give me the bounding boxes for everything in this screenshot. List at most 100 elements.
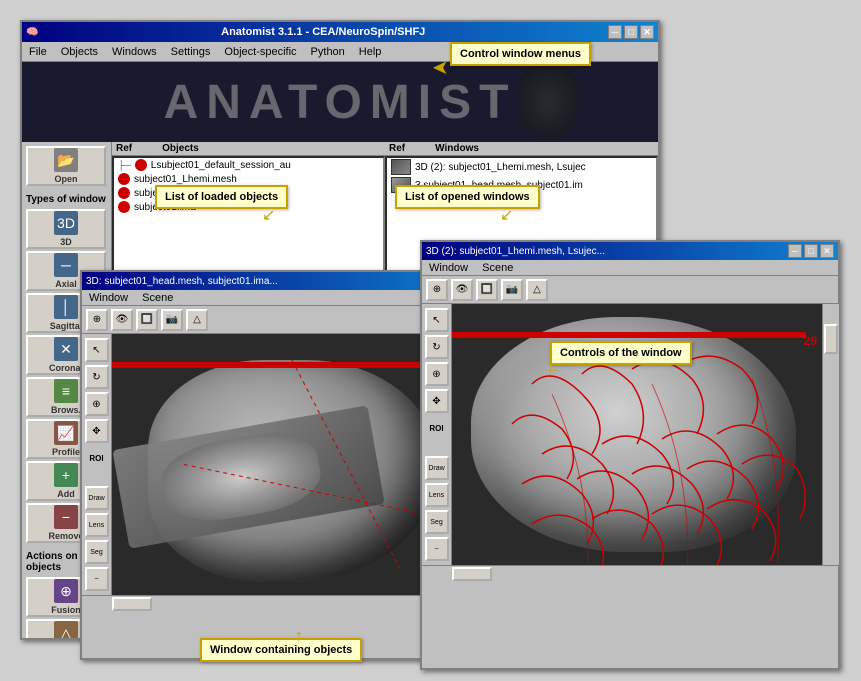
sub-toolbar-2: ⊕ 👁 🔲 📷 △	[422, 276, 838, 304]
3d-label: 3D	[60, 237, 72, 247]
red-bar-1	[112, 362, 456, 368]
sub-close-2[interactable]: ✕	[820, 244, 834, 258]
seg-btn-2[interactable]: Seg	[425, 510, 449, 534]
objects-ref-header: Ref	[116, 143, 132, 154]
red-bar-2	[452, 332, 806, 338]
sub-title-bar-2: 3D (2): subject01_Lhemi.mesh, Lsujec... …	[422, 242, 838, 260]
menu-python[interactable]: Python	[308, 45, 348, 59]
list-item[interactable]: subject01_Lhemi.mesh	[114, 172, 383, 186]
main-window-title: Anatomist 3.1.1 - CEA/NeuroSpin/SHFJ	[221, 26, 425, 38]
cursor-btn-1[interactable]: ↖	[85, 338, 109, 362]
lens-btn-1[interactable]: Lens	[85, 513, 109, 537]
menu-object-specific[interactable]: Object-specific	[221, 45, 299, 59]
cursor-btn-2[interactable]: ↖	[425, 308, 449, 332]
logo-text: ANATOMIST	[164, 75, 517, 130]
menu-objects[interactable]: Objects	[58, 45, 101, 59]
open-icon: 📂	[54, 148, 78, 172]
tree-icon: ├─	[118, 160, 131, 170]
remove-icon: −	[54, 505, 78, 529]
title-bar-buttons: ─ □ ✕	[608, 25, 654, 39]
zoom-btn-1[interactable]: ⊕	[85, 392, 109, 416]
brows-label: Brows.	[51, 405, 81, 415]
toolbar-btn-3[interactable]: 🔲	[136, 309, 158, 331]
window-name-1: 3D (2): subject01_Lhemi.mesh, Lsujec	[415, 162, 586, 173]
noise-btn-2[interactable]: ~	[425, 537, 449, 561]
seg-btn-1[interactable]: Seg	[85, 540, 109, 564]
open-button[interactable]: 📂 Open	[26, 146, 106, 186]
toolbar-btn-2d[interactable]: 📷	[501, 279, 523, 301]
callout-control-menus: Control window menus	[450, 42, 591, 66]
windows-ref-header: Ref	[389, 143, 405, 154]
scroll-handle-2[interactable]	[824, 324, 838, 354]
sub-menu-window-2[interactable]: Window	[426, 261, 471, 275]
toolbar-btn-2a[interactable]: ⊕	[426, 279, 448, 301]
menu-windows[interactable]: Windows	[109, 45, 160, 59]
toolbar-btn-5[interactable]: △	[186, 309, 208, 331]
translate-btn-2[interactable]: ✥	[425, 389, 449, 413]
translate-btn-1[interactable]: ✥	[85, 419, 109, 443]
sub-title-btns-2: ─ □ ✕	[788, 244, 834, 258]
object-name-2: subject01_Lhemi.mesh	[134, 174, 237, 185]
arrow-control-menus: ➤	[432, 55, 449, 80]
types-header: Types of window	[26, 192, 107, 207]
noise-btn-1[interactable]: ~	[85, 567, 109, 591]
list-item[interactable]: ├─ Lsubject01_default_session_au	[114, 158, 383, 172]
rotate-btn-2[interactable]: ↻	[425, 335, 449, 359]
toolbar-btn-2e[interactable]: △	[526, 279, 548, 301]
close-button[interactable]: ✕	[640, 25, 654, 39]
refer-icon: △	[54, 621, 78, 638]
sagittal-label: Sagittal	[50, 321, 83, 331]
sub-window-2-title: 3D (2): subject01_Lhemi.mesh, Lsujec...	[426, 246, 605, 257]
scroll-vert-2[interactable]	[823, 304, 839, 565]
object-icon-2	[118, 173, 130, 185]
toolbar-btn-2b[interactable]: 👁	[451, 279, 473, 301]
btn-3d[interactable]: 3D 3D	[26, 209, 106, 249]
toolbar-btn-2[interactable]: 👁	[111, 309, 133, 331]
coronal-label: Coronal	[49, 363, 83, 373]
scroll-horiz-2[interactable]	[422, 565, 838, 581]
lens-btn-2[interactable]: Lens	[425, 483, 449, 507]
objects-list-header: Ref Objects	[112, 142, 385, 156]
sub-window-1-title: 3D: subject01_head.mesh, subject01.ima..…	[86, 276, 278, 287]
logo-area: ANATOMIST	[22, 62, 658, 142]
sub-minimize-2[interactable]: ─	[788, 244, 802, 258]
brows-icon: ≡	[54, 379, 78, 403]
scroll-handle-h-1[interactable]	[112, 597, 152, 611]
sub-menu-scene-2[interactable]: Scene	[479, 261, 516, 275]
callout-window-objects: Window containing objects	[200, 638, 362, 662]
arrow-loaded-objects: ↙	[262, 205, 275, 225]
zoom-btn-2[interactable]: ⊕	[425, 362, 449, 386]
object-icon-1	[135, 159, 147, 171]
maximize-button[interactable]: □	[624, 25, 638, 39]
side-controls-1: ↖ ↻ ⊕ ✥ ROI Draw Lens Seg ~	[82, 334, 112, 595]
toolbar-btn-4[interactable]: 📷	[161, 309, 183, 331]
sub-menu-scene-1[interactable]: Scene	[139, 291, 176, 305]
draw-btn-1[interactable]: Draw	[85, 486, 109, 510]
add-icon: +	[54, 463, 78, 487]
view-area-1: 32	[112, 334, 472, 595]
windows-header: Windows	[435, 143, 479, 154]
main-title-bar: 🧠 Anatomist 3.1.1 - CEA/NeuroSpin/SHFJ ─…	[22, 22, 658, 42]
main-window-icon: 🧠	[26, 27, 38, 38]
toolbar-btn-2c[interactable]: 🔲	[476, 279, 498, 301]
dashed-lines-1	[112, 334, 472, 595]
scroll-handle-h-2[interactable]	[452, 567, 492, 581]
axial-icon: ─	[54, 253, 78, 277]
menu-settings[interactable]: Settings	[168, 45, 214, 59]
profile-label: Profile	[52, 447, 80, 457]
side-controls-2: ↖ ↻ ⊕ ✥ ROI Draw Lens Seg ~	[422, 304, 452, 565]
open-label: Open	[54, 174, 77, 184]
toolbar-btn-1[interactable]: ⊕	[86, 309, 108, 331]
menu-file[interactable]: File	[26, 45, 50, 59]
sub-maximize-2[interactable]: □	[804, 244, 818, 258]
roi-label-1: ROI	[89, 454, 103, 463]
add-label: Add	[57, 489, 75, 499]
sub-menu-window-1[interactable]: Window	[86, 291, 131, 305]
draw-btn-2[interactable]: Draw	[425, 456, 449, 480]
rotate-btn-1[interactable]: ↻	[85, 365, 109, 389]
menu-help[interactable]: Help	[356, 45, 385, 59]
list-item[interactable]: 3D (2): subject01_Lhemi.mesh, Lsujec	[387, 158, 656, 176]
window-thumb-1	[391, 159, 411, 175]
minimize-button[interactable]: ─	[608, 25, 622, 39]
right-scroll-2[interactable]	[822, 304, 838, 565]
